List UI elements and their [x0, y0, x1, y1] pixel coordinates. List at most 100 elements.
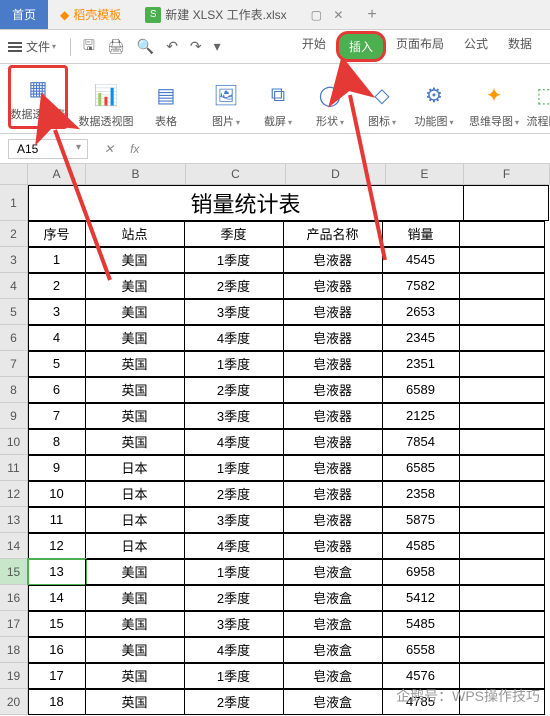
col-header-E[interactable]: E — [386, 164, 464, 184]
cell[interactable] — [459, 481, 545, 507]
cancel-icon[interactable]: ✕ — [104, 142, 114, 156]
row-header[interactable]: 7 — [0, 351, 28, 377]
table-button[interactable]: ▤ 表格 — [144, 79, 188, 129]
cell[interactable]: 2345 — [382, 325, 460, 351]
function-chart-button[interactable]: ⚙ 功能图▾ — [412, 79, 456, 129]
col-header-C[interactable]: C — [186, 164, 286, 184]
fx-label[interactable]: fx — [130, 142, 139, 156]
cell[interactable]: 美国 — [85, 611, 185, 637]
row-header[interactable]: 13 — [0, 507, 28, 533]
cell[interactable]: 4545 — [382, 247, 460, 273]
cell[interactable]: 美国 — [85, 325, 185, 351]
ribbon-tab-formula[interactable]: 公式 — [454, 31, 498, 62]
row-header[interactable]: 1 — [0, 185, 28, 221]
cell[interactable]: 1 — [28, 247, 86, 273]
cell[interactable]: 皂液盒 — [283, 637, 383, 663]
shape-button[interactable]: ◯ 形状▾ — [308, 79, 352, 129]
cell[interactable]: 日本 — [85, 507, 185, 533]
cell[interactable]: 2季度 — [184, 481, 284, 507]
cell[interactable]: 皂液器 — [283, 507, 383, 533]
select-all-corner[interactable] — [0, 164, 28, 184]
cell[interactable] — [459, 611, 545, 637]
cell[interactable]: 14 — [28, 585, 86, 611]
row-header[interactable]: 16 — [0, 585, 28, 611]
ribbon-tab-layout[interactable]: 页面布局 — [386, 31, 454, 62]
tab-template[interactable]: ◆稻壳模板 — [48, 0, 133, 29]
cell[interactable]: 英国 — [85, 689, 185, 715]
preview-icon[interactable]: 🔍 — [137, 38, 154, 55]
cell[interactable] — [459, 533, 545, 559]
cell[interactable]: 4576 — [382, 663, 460, 689]
cell[interactable]: 皂液器 — [283, 403, 383, 429]
cell[interactable]: 7 — [28, 403, 86, 429]
name-box[interactable]: A15 — [8, 139, 88, 159]
tab-home[interactable]: 首页 — [0, 0, 48, 29]
cell[interactable]: 皂液盒 — [283, 689, 383, 715]
cell[interactable]: 2季度 — [184, 689, 284, 715]
cell[interactable]: 11 — [28, 507, 86, 533]
cell[interactable]: 美国 — [85, 559, 185, 585]
close-tab-icon[interactable]: ✕ — [333, 8, 343, 22]
cell[interactable]: 皂液盒 — [283, 559, 383, 585]
save-icon[interactable]: 🖫 — [83, 35, 95, 59]
cell[interactable]: 2季度 — [184, 585, 284, 611]
row-header[interactable]: 18 — [0, 637, 28, 663]
spreadsheet[interactable]: A B C D E F 1 销量统计表 2序号站点季度产品名称销量31美国1季度… — [0, 164, 550, 715]
file-menu-button[interactable]: 文件▾ — [8, 38, 56, 55]
cell[interactable]: 15 — [28, 611, 86, 637]
row-header[interactable]: 6 — [0, 325, 28, 351]
cell[interactable]: 皂液盒 — [283, 585, 383, 611]
row-header[interactable]: 11 — [0, 455, 28, 481]
col-header-B[interactable]: B — [86, 164, 186, 184]
cell[interactable] — [459, 663, 545, 689]
cell[interactable]: 4585 — [382, 533, 460, 559]
cell[interactable]: 2季度 — [184, 273, 284, 299]
row-header[interactable]: 4 — [0, 273, 28, 299]
row-header[interactable]: 2 — [0, 221, 28, 247]
cell[interactable] — [459, 403, 545, 429]
add-tab-button[interactable]: + — [367, 6, 376, 24]
col-header-D[interactable]: D — [286, 164, 386, 184]
cell[interactable] — [459, 637, 545, 663]
cell[interactable]: 3季度 — [184, 507, 284, 533]
cell[interactable]: 美国 — [85, 273, 185, 299]
cell[interactable]: 日本 — [85, 455, 185, 481]
cell[interactable]: 日本 — [85, 533, 185, 559]
cell[interactable]: 皂液器 — [283, 377, 383, 403]
cell[interactable]: 13 — [28, 559, 86, 585]
ribbon-tab-data[interactable]: 数据 — [498, 31, 542, 62]
cell[interactable]: 美国 — [85, 247, 185, 273]
cell[interactable]: 皂液器 — [283, 351, 383, 377]
cell[interactable] — [459, 247, 545, 273]
cell[interactable] — [463, 185, 549, 221]
cell[interactable]: 5875 — [382, 507, 460, 533]
cell[interactable]: 皂液器 — [283, 455, 383, 481]
col-header-F[interactable]: F — [464, 164, 550, 184]
cell[interactable]: 英国 — [85, 429, 185, 455]
cell[interactable]: 美国 — [85, 299, 185, 325]
cell[interactable]: 7582 — [382, 273, 460, 299]
cell[interactable]: 2125 — [382, 403, 460, 429]
ribbon-tab-start[interactable]: 开始 — [292, 31, 336, 62]
cell[interactable]: 18 — [28, 689, 86, 715]
cell[interactable]: 美国 — [85, 637, 185, 663]
flowchart-button[interactable]: ⬚ 流程图▾ — [524, 79, 550, 129]
header-cell[interactable]: 销量 — [382, 221, 460, 247]
cell[interactable]: 2358 — [382, 481, 460, 507]
cell[interactable]: 6589 — [382, 377, 460, 403]
pivot-chart-button[interactable]: 📊 数据透视图 — [76, 79, 136, 129]
cell[interactable]: 皂液盒 — [283, 663, 383, 689]
header-cell[interactable]: 产品名称 — [283, 221, 383, 247]
header-cell[interactable]: 站点 — [85, 221, 185, 247]
cell[interactable] — [459, 559, 545, 585]
undo-icon[interactable]: ↶ — [166, 38, 178, 55]
redo-icon[interactable]: ↷ — [190, 38, 202, 55]
restore-icon[interactable]: ▢ — [311, 8, 322, 22]
cell[interactable]: 4 — [28, 325, 86, 351]
picture-button[interactable]: 🖼 图片▾ — [204, 79, 248, 129]
title-cell[interactable]: 销量统计表 — [28, 185, 464, 221]
cell[interactable]: 6558 — [382, 637, 460, 663]
print-icon[interactable]: 🖨 — [107, 38, 125, 55]
cell[interactable]: 16 — [28, 637, 86, 663]
cell[interactable]: 17 — [28, 663, 86, 689]
